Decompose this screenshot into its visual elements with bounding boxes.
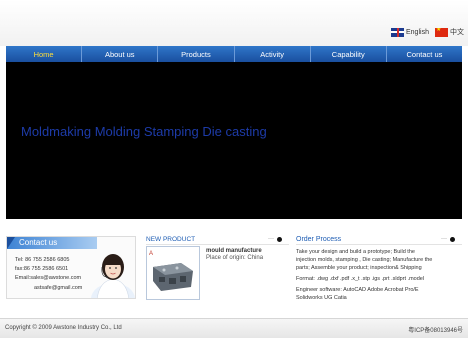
new-product-divider — [146, 244, 289, 245]
banner-services-text: Moldmaking Molding Stamping Die casting — [21, 124, 267, 139]
contact-email-safe[interactable]: astsafe@gmail.com — [34, 285, 82, 291]
footer-icp[interactable]: 粤ICP备08013946号 — [408, 325, 463, 334]
nav-about-us[interactable]: About us — [82, 46, 159, 62]
contact-tel: Tel: 86 755 2586 6805 — [15, 257, 70, 263]
more-arrow-icon — [450, 236, 455, 242]
order-process-text-3: parts; Assemble your product; inspection… — [296, 265, 422, 271]
order-process-divider — [296, 244, 462, 245]
order-process-software-2: Solidworks UG Catia — [296, 295, 347, 301]
contact-email-sales[interactable]: Email:sales@awstone.com — [15, 275, 81, 281]
language-chinese-label: 中文 — [450, 29, 464, 36]
product-thumbnail[interactable]: A — [146, 246, 200, 300]
more-arrow-icon — [277, 236, 282, 242]
china-flag-icon — [435, 27, 448, 37]
header-bar — [0, 0, 468, 46]
footer: Copyright © 2009 Awstone Industry Co., L… — [0, 318, 468, 338]
contact-panel: Contact us Tel: 86 755 2586 6805 fax:86 … — [6, 236, 136, 299]
order-process-format: Format: .dwg .dxf .pdf .x_t .stp .igs .p… — [296, 276, 425, 282]
new-product-more-label: ··· — [268, 236, 274, 242]
hero-banner: Moldmaking Molding Stamping Die casting — [6, 62, 462, 219]
language-english-label: English — [406, 28, 429, 36]
contact-title: Contact us — [19, 238, 58, 247]
order-process-more-label: ··· — [441, 236, 447, 242]
contact-fax: fax:86 755 2586 6501 — [15, 266, 69, 272]
nav-activity[interactable]: Activity — [235, 46, 311, 62]
language-chinese-link[interactable]: 中文 — [435, 26, 464, 38]
uk-flag-icon — [391, 27, 404, 37]
svg-text:A: A — [149, 251, 153, 257]
product-origin: Place of origin: China — [206, 255, 264, 261]
nav-products[interactable]: Products — [158, 46, 235, 62]
footer-copyright: Copyright © 2009 Awstone Industry Co., L… — [5, 325, 122, 331]
main-nav: Home About us Products Activity Capabili… — [6, 46, 462, 62]
nav-contact-us[interactable]: Contact us — [387, 46, 462, 62]
new-product-title: NEW PRODUCT — [146, 236, 196, 243]
nav-capability[interactable]: Capability — [311, 46, 387, 62]
order-process-more-link[interactable]: ··· — [441, 236, 455, 242]
language-english-link[interactable]: English — [391, 26, 429, 38]
nav-home[interactable]: Home — [6, 46, 83, 62]
mould-part-image: A — [149, 251, 193, 291]
order-process-title: Order Process — [296, 236, 342, 243]
product-name[interactable]: mould manufacture — [206, 248, 262, 254]
new-product-more-link[interactable]: ··· — [268, 236, 282, 242]
customer-service-avatar — [91, 254, 135, 298]
